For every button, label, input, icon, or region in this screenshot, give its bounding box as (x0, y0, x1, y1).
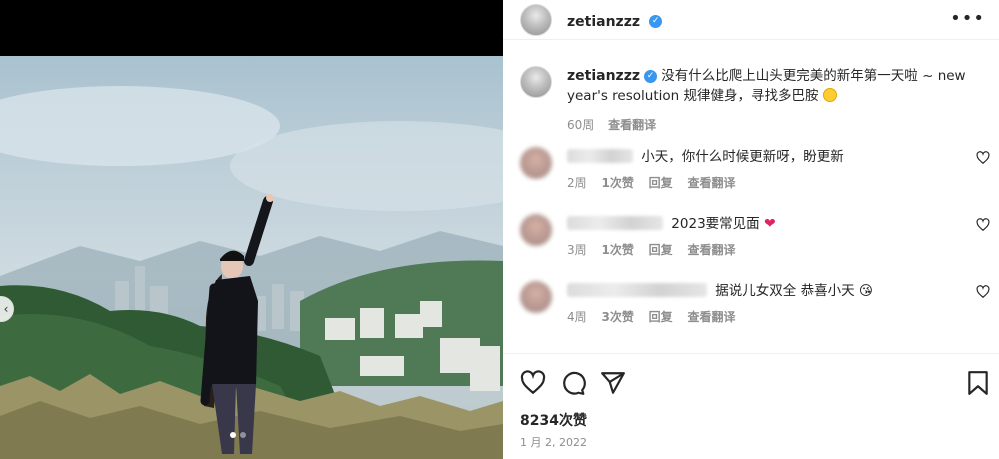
reply-button[interactable]: 回复 (649, 310, 673, 324)
bookmark-icon[interactable] (965, 370, 991, 396)
caption-age: 60周 (567, 118, 595, 132)
post-actions: 8234次赞 1 月 2, 2022 (503, 353, 999, 459)
comment-meta: 4周 3次赞 回复 查看翻译 (567, 308, 990, 325)
caption-translate-link[interactable]: 查看翻译 (608, 118, 656, 132)
caption-meta: 60周 查看翻译 (567, 116, 980, 133)
more-options-button[interactable]: ••• (950, 10, 985, 28)
translate-link[interactable]: 查看翻译 (688, 310, 736, 324)
comment-age: 2周 (567, 176, 587, 190)
heart-icon[interactable] (976, 151, 990, 165)
avatar[interactable] (520, 66, 552, 98)
photo-scene (0, 86, 503, 459)
blurred-username[interactable] (567, 283, 707, 297)
heart-icon[interactable] (976, 218, 990, 232)
red-heart-emoji-icon: ❤ (763, 216, 776, 232)
smiling-face-emoji-icon (822, 88, 837, 102)
comment-meta: 3周 1次赞 回复 查看翻译 (567, 241, 990, 258)
reply-button[interactable]: 回复 (649, 243, 673, 257)
post-caption: zetianzzz ✓ 没有什么比爬上山头更完美的新年第一天啦 ~ new yea… (520, 66, 980, 133)
translate-link[interactable]: 查看翻译 (688, 176, 736, 190)
comment-likes[interactable]: 3次赞 (601, 310, 633, 324)
caption-body: zetianzzz ✓ 没有什么比爬上山头更完美的新年第一天啦 ~ new yea… (567, 66, 980, 106)
carousel-dot (240, 432, 246, 438)
comment-age: 3周 (567, 243, 587, 257)
comment-icon[interactable] (560, 370, 586, 396)
likes-count[interactable]: 8234次赞 (520, 410, 587, 430)
comment-text: 2023要常见面 (671, 216, 760, 232)
comment-text: 据说儿女双全 恭喜小天 (715, 283, 855, 299)
verified-badge-icon: ✓ (649, 15, 663, 28)
post-date: 1 月 2, 2022 (520, 436, 587, 449)
blurred-username[interactable] (567, 216, 663, 230)
avatar[interactable] (520, 147, 552, 179)
kissing-face-emoji-icon: 😘 (858, 283, 873, 299)
header-username-row: zetianzzz ✓ (567, 11, 663, 30)
post-media: ‹ (0, 0, 503, 459)
carousel-dots (230, 432, 246, 438)
reply-button[interactable]: 回复 (649, 176, 673, 190)
heart-icon[interactable] (520, 370, 546, 396)
comment-meta: 2周 1次赞 回复 查看翻译 (567, 174, 990, 191)
chevron-left-icon: ‹ (3, 302, 9, 316)
comment-text-row: 据说儿女双全 恭喜小天 😘 (567, 281, 990, 301)
caption-username[interactable]: zetianzzz (567, 68, 640, 84)
avatar[interactable] (520, 281, 552, 313)
verified-badge-icon: ✓ (644, 69, 657, 83)
comment-text-row: 小天，你什么时候更新呀，盼更新 (567, 147, 990, 167)
post-panel: zetianzzz ✓ ••• zetianzzz ✓ 没有什么比爬上山头更完美的… (503, 0, 999, 459)
avatar[interactable] (520, 4, 552, 36)
translate-link[interactable]: 查看翻译 (688, 243, 736, 257)
post-header: zetianzzz ✓ ••• (503, 0, 999, 40)
comment-item: 据说儿女双全 恭喜小天 😘 4周 3次赞 回复 查看翻译 (520, 281, 990, 325)
comment-age: 4周 (567, 310, 587, 324)
carousel-dot (230, 432, 236, 438)
comment-item: 2023要常见面 ❤ 3周 1次赞 回复 查看翻译 (520, 214, 990, 258)
share-icon[interactable] (600, 370, 626, 396)
avatar[interactable] (520, 214, 552, 246)
post-photo[interactable]: ‹ (0, 56, 503, 459)
header-username[interactable]: zetianzzz (567, 14, 640, 30)
comment-likes[interactable]: 1次赞 (601, 176, 633, 190)
comment-likes[interactable]: 1次赞 (601, 243, 633, 257)
comment-text-row: 2023要常见面 ❤ (567, 214, 990, 234)
comment-text: 小天，你什么时候更新呀，盼更新 (641, 149, 844, 165)
blurred-username[interactable] (567, 149, 633, 163)
comment-item: 小天，你什么时候更新呀，盼更新 2周 1次赞 回复 查看翻译 (520, 147, 990, 191)
heart-icon[interactable] (976, 285, 990, 299)
